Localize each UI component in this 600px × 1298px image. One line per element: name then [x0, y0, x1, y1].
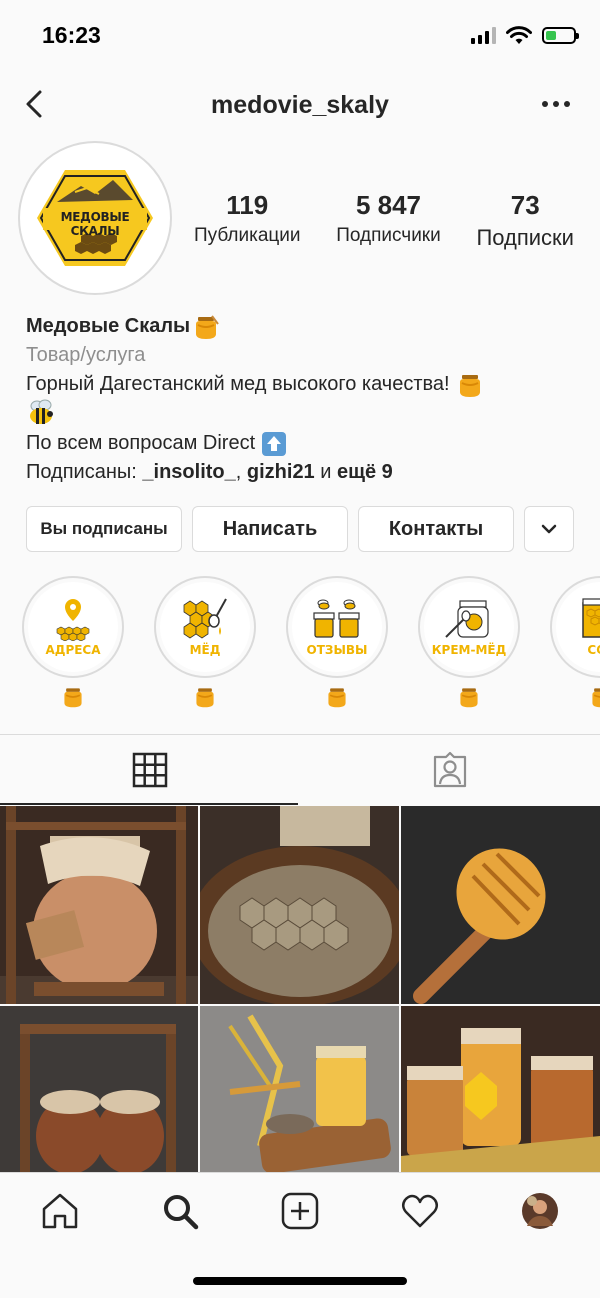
highlight-reviews[interactable]: ОТЗЫВЫ	[286, 576, 388, 716]
highlight-honey-title: МЁД	[189, 643, 221, 657]
nav-new-post[interactable]	[270, 1187, 330, 1235]
highlight-reviews-title: ОТЗЫВЫ	[306, 643, 368, 657]
stat-following-label: Подписки	[476, 225, 574, 250]
post-thumbnail[interactable]	[0, 806, 198, 1004]
following-button[interactable]: Вы подписаны	[26, 506, 182, 552]
highlight-cream-honey[interactable]: КРЕМ-МЁД	[418, 576, 520, 716]
bio-contact-text: По всем вопросам Direct	[26, 432, 256, 454]
contacts-button[interactable]: Контакты	[358, 506, 514, 552]
post-image-honey-jar-board	[200, 1006, 399, 1172]
profile-username: medovie_skaly	[211, 91, 389, 119]
stat-posts: 119 Публикации	[194, 190, 301, 251]
post-thumbnail[interactable]	[200, 1006, 399, 1172]
honey-pot-icon	[460, 688, 478, 708]
highlight-combs-title: СОТ	[587, 643, 600, 657]
honeycomb-frame-icon	[582, 598, 600, 638]
highlight-cream-honey-title: КРЕМ-МЁД	[431, 643, 507, 657]
bee-icon	[30, 399, 53, 424]
honey-pot-icon	[196, 688, 214, 708]
stat-posts-label: Публикации	[194, 225, 301, 246]
home-icon	[42, 1193, 78, 1229]
grid-icon	[132, 752, 168, 788]
stat-followers-count: 5 847	[355, 190, 422, 220]
honey-pot-icon	[459, 374, 480, 397]
nav-activity[interactable]	[390, 1187, 450, 1235]
post-image-clay-jar	[0, 806, 198, 1004]
post-thumbnail[interactable]	[401, 806, 600, 1004]
followed-more[interactable]: ещё 9	[337, 458, 393, 487]
bio-name: Медовые Скалы	[26, 315, 191, 337]
profile-tabs	[0, 735, 600, 805]
bee-emoji-row	[26, 399, 576, 429]
post-thumbnail[interactable]	[401, 1006, 600, 1172]
post-image-honey-jars	[401, 1006, 600, 1172]
suggested-dropdown-button[interactable]	[524, 506, 574, 552]
tab-grid[interactable]	[0, 735, 300, 805]
profile-actions: Вы подписаны Написать Контакты	[26, 506, 576, 552]
post-thumbnail[interactable]	[0, 1006, 198, 1172]
cream-honey-jar-icon	[445, 600, 489, 638]
status-bar: 16:23	[0, 0, 600, 72]
tab-tagged[interactable]	[300, 735, 600, 805]
honey-jars-bees-icon	[313, 599, 360, 638]
status-icons	[471, 26, 579, 45]
nav-search[interactable]	[150, 1187, 210, 1235]
honey-pot-icon	[196, 314, 219, 339]
stat-followers-label: Подписчики	[336, 225, 441, 246]
status-time: 16:23	[42, 22, 101, 48]
profile-stats: 119 Публикации 5 847 Подписчики 73 Подпи…	[194, 190, 574, 251]
honeycomb-dipper-icon	[183, 598, 227, 639]
followed-prefix: Подписаны:	[26, 461, 137, 483]
cellular-signal-icon	[471, 27, 496, 44]
stat-following-count: 73	[510, 190, 540, 220]
stat-followers[interactable]: 5 847 Подписчики	[336, 190, 441, 251]
home-indicator	[193, 1277, 407, 1285]
stat-posts-count: 119	[226, 190, 269, 220]
post-grid	[0, 806, 600, 1172]
avatar-logo-text: МЕДОВЫЕ СКАЛЫ	[60, 210, 130, 238]
bio-name-row: Медовые Скалы	[26, 312, 576, 341]
message-button[interactable]: Написать	[192, 506, 348, 552]
stat-following[interactable]: 73 Подписки	[476, 190, 574, 251]
highlight-combs[interactable]: СОТ	[550, 576, 600, 716]
bio-category: Товар/услуга	[26, 344, 146, 366]
nav-home[interactable]	[30, 1187, 90, 1235]
highlight-addresses[interactable]: АДРЕСА	[22, 576, 124, 716]
followed-separator: ,	[235, 461, 242, 483]
post-image-honey-dipper	[401, 806, 600, 1004]
add-post-icon	[281, 1192, 319, 1230]
honey-pot-icon	[592, 688, 600, 708]
search-icon	[164, 1195, 199, 1230]
profile-header-bar: medovie_skaly	[0, 76, 600, 136]
chevron-down-icon	[541, 524, 557, 534]
post-image-honeycomb-basket	[200, 806, 399, 1004]
profile-avatar-icon	[522, 1193, 558, 1229]
profile-bio: Медовые Скалы Товар/услуга Горный Дагест…	[26, 312, 576, 487]
post-image-clay-pots	[0, 1006, 198, 1172]
honey-pot-icon	[64, 688, 82, 708]
tagged-user-icon	[433, 751, 467, 788]
followed-user-1[interactable]: _insolito_	[142, 458, 235, 487]
story-highlights: АДРЕСА МЁД ОТЗЫВЫ КРЕМ-МЁД С	[22, 576, 600, 716]
followed-and: и	[320, 461, 332, 483]
highlight-honey[interactable]: МЁД	[154, 576, 256, 716]
battery-icon	[542, 27, 579, 44]
location-honeycomb-icon	[56, 599, 90, 641]
bio-line-2: По всем вопросам Direct	[26, 429, 576, 458]
wifi-icon	[506, 26, 532, 44]
post-thumbnail[interactable]	[200, 806, 399, 1004]
honey-pot-icon	[328, 688, 346, 708]
bio-line-1: Горный Дагестанский мед высокого качеств…	[26, 370, 576, 399]
bio-description: Горный Дагестанский мед высокого качеств…	[26, 373, 450, 395]
bio-followed-by[interactable]: Подписаны: _insolito_, gizhi21 и ещё 9	[26, 458, 576, 487]
followed-user-2[interactable]: gizhi21	[247, 458, 315, 487]
bottom-navigation	[0, 1172, 600, 1298]
highlight-addresses-title: АДРЕСА	[45, 643, 101, 657]
up-arrow-icon	[262, 431, 287, 456]
more-options-icon[interactable]	[542, 101, 570, 107]
heart-icon	[402, 1194, 438, 1228]
nav-profile[interactable]	[510, 1187, 570, 1235]
